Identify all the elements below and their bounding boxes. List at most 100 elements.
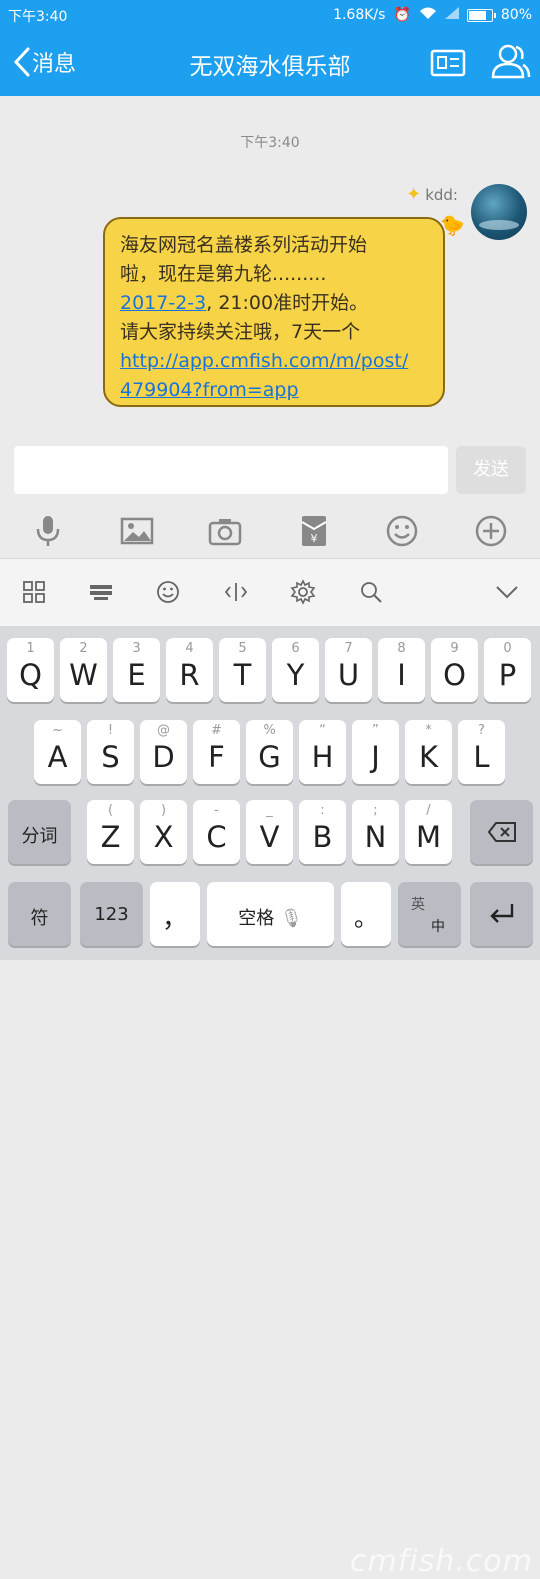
status-bar: 下午3:40 1.68K/s ⏰ 80% bbox=[0, 0, 540, 30]
letter-key[interactable]: 4R bbox=[166, 638, 213, 702]
bubble-decoration-icon: 🐤 bbox=[440, 213, 465, 237]
keyboard: 1Q2W3E4R5T6Y7U8I9O0P ~ A! S @ D # F% G “H” J * K? L … bbox=[0, 626, 540, 1579]
status-right: 1.68K/s ⏰ 80% bbox=[333, 6, 532, 24]
message-line: 啦，现在是第九轮......... bbox=[120, 263, 327, 285]
message-timestamp: 下午3:40 bbox=[240, 135, 300, 151]
letter-key[interactable]: 6Y bbox=[272, 638, 319, 702]
voice-button[interactable] bbox=[31, 514, 65, 548]
language-toggle-key[interactable]: 英 中 bbox=[398, 882, 461, 946]
hide-keyboard-button[interactable] bbox=[494, 579, 520, 605]
key-label: 分词 bbox=[21, 826, 58, 847]
letter-key[interactable]: :B bbox=[299, 800, 346, 864]
letter-key[interactable]: * K bbox=[405, 720, 452, 784]
number-key[interactable]: 123 bbox=[80, 882, 143, 946]
letter-key[interactable]: # F bbox=[193, 720, 240, 784]
letter-key[interactable]: ) X bbox=[140, 800, 187, 864]
camera-button[interactable] bbox=[208, 514, 242, 548]
key-char: N bbox=[364, 820, 387, 854]
key-char: J bbox=[371, 740, 380, 774]
letter-key[interactable]: _ V bbox=[246, 800, 293, 864]
key-char: E bbox=[127, 658, 146, 692]
back-label: 消息 bbox=[32, 52, 77, 77]
microphone-icon: 🎙 bbox=[279, 908, 303, 929]
letter-key[interactable]: ; N bbox=[352, 800, 399, 864]
letter-key[interactable]: “H bbox=[299, 720, 346, 784]
url-link[interactable]: http://app.cmfish.com/m/post/ bbox=[120, 347, 431, 376]
message-input[interactable] bbox=[14, 446, 448, 494]
chat-area[interactable]: 下午3:40 ✦ kdd: 🐤 海友网冠名盖楼系列活动开始 啦，现在是第九轮..… bbox=[0, 96, 540, 440]
key-hint: “ bbox=[319, 723, 326, 738]
lang-bottom-label: 中 bbox=[431, 919, 445, 935]
composer-toolbar: ¥ bbox=[0, 506, 540, 558]
letter-key[interactable]: 0P bbox=[484, 638, 531, 702]
space-key[interactable]: 空格 🎙 bbox=[207, 882, 334, 946]
letter-key[interactable]: 9O bbox=[431, 638, 478, 702]
letter-key[interactable]: 3E bbox=[113, 638, 160, 702]
cursor-move-button[interactable] bbox=[223, 579, 249, 605]
avatar[interactable] bbox=[471, 184, 527, 240]
letter-key[interactable]: 5T bbox=[219, 638, 266, 702]
key-hint: / bbox=[426, 803, 431, 818]
letter-key[interactable]: 7U bbox=[325, 638, 372, 702]
key-hint: ” bbox=[372, 723, 379, 738]
group-card-button[interactable] bbox=[428, 45, 468, 81]
red-packet-button[interactable]: ¥ bbox=[297, 514, 331, 548]
letter-key[interactable]: 8I bbox=[378, 638, 425, 702]
kb-settings-button[interactable] bbox=[290, 579, 316, 605]
kb-emoji-button[interactable] bbox=[155, 579, 181, 605]
segment-key[interactable]: 分词 bbox=[8, 800, 71, 864]
url-link[interactable]: 479904?from=app bbox=[120, 376, 431, 405]
letter-key[interactable]: (Z bbox=[87, 800, 134, 864]
symbol-key[interactable]: 符 bbox=[8, 882, 71, 946]
key-char: M bbox=[415, 820, 442, 854]
image-button[interactable] bbox=[120, 514, 154, 548]
camera-icon bbox=[208, 519, 242, 546]
key-char: X bbox=[153, 820, 174, 854]
key-char: B bbox=[312, 820, 333, 854]
grid-menu-button[interactable] bbox=[21, 579, 47, 605]
send-button[interactable]: 发送 bbox=[456, 446, 526, 494]
keyboard-layout-button[interactable] bbox=[88, 579, 114, 605]
letter-key[interactable]: ! S bbox=[87, 720, 134, 784]
key-hint: : bbox=[320, 803, 325, 818]
letter-key[interactable]: 1Q bbox=[7, 638, 54, 702]
more-button[interactable] bbox=[474, 514, 508, 548]
message-text: , 21:00准时开始。 bbox=[206, 292, 369, 314]
message-bubble[interactable]: 🐤 海友网冠名盖楼系列活动开始 啦，现在是第九轮......... 2017-2… bbox=[103, 213, 465, 407]
comma-key[interactable]: ， bbox=[150, 882, 200, 946]
letter-key[interactable]: ? L bbox=[458, 720, 505, 784]
sender-name: ✦ kdd: bbox=[406, 184, 458, 205]
key-hint: ~ bbox=[52, 723, 63, 738]
group-members-button[interactable] bbox=[488, 41, 532, 81]
letter-key[interactable]: / M bbox=[405, 800, 452, 864]
key-char: A bbox=[47, 740, 68, 774]
key-char: Y bbox=[286, 658, 305, 692]
back-button[interactable]: 消息 bbox=[12, 42, 76, 82]
letter-key[interactable]: 2W bbox=[60, 638, 107, 702]
letter-key[interactable]: @ D bbox=[140, 720, 187, 784]
key-label: 123 bbox=[94, 904, 129, 925]
emoji-button[interactable] bbox=[385, 514, 419, 548]
date-link[interactable]: 2017-2-3 bbox=[120, 292, 206, 314]
period-key[interactable]: 。 bbox=[341, 882, 391, 946]
letter-key[interactable]: % G bbox=[246, 720, 293, 784]
backspace-icon bbox=[487, 822, 516, 842]
backspace-key[interactable] bbox=[470, 800, 533, 864]
key-label: 空格 🎙 bbox=[207, 904, 334, 930]
key-label: ， bbox=[161, 904, 188, 934]
enter-key[interactable] bbox=[470, 882, 533, 946]
key-hint: - bbox=[214, 803, 219, 818]
letter-key[interactable]: -C bbox=[193, 800, 240, 864]
kb-search-button[interactable] bbox=[358, 579, 384, 605]
network-speed: 1.68K/s bbox=[333, 7, 386, 23]
key-hint: % bbox=[263, 723, 276, 738]
key-hint: ? bbox=[478, 723, 485, 738]
letter-key[interactable]: ~ A bbox=[34, 720, 81, 784]
key-char: C bbox=[206, 820, 227, 854]
letter-key[interactable]: ” J bbox=[352, 720, 399, 784]
smiley-icon bbox=[157, 581, 179, 603]
key-char: T bbox=[233, 658, 252, 692]
svg-text:¥: ¥ bbox=[311, 532, 318, 545]
image-icon bbox=[120, 517, 154, 545]
key-label: 。 bbox=[354, 904, 378, 932]
